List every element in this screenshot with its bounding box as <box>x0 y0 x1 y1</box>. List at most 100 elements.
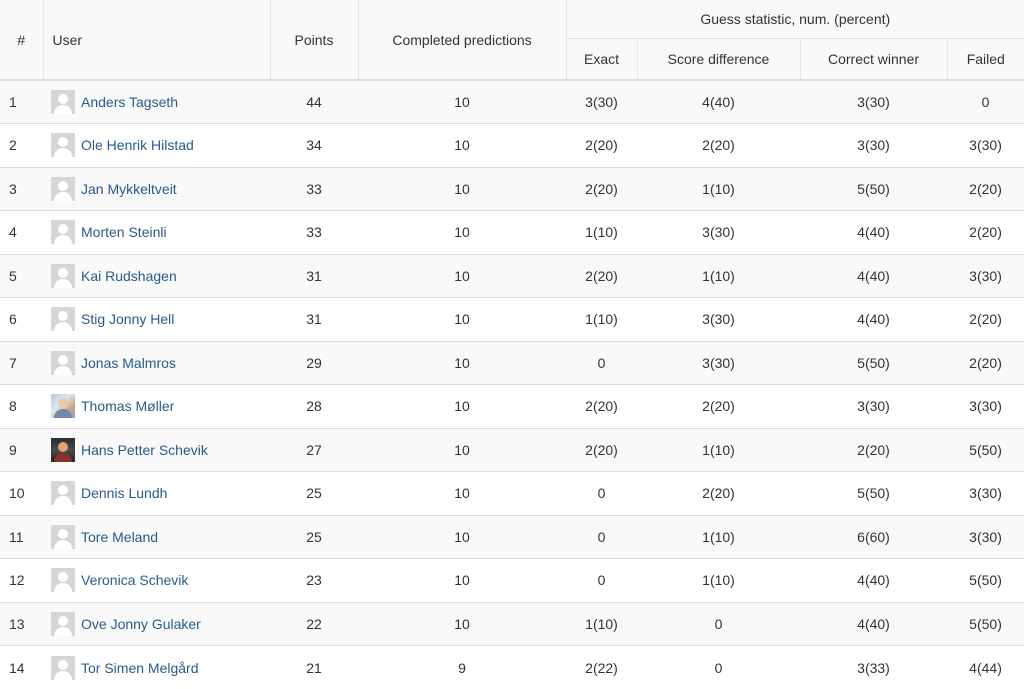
failed-cell: 5(50) <box>947 602 1024 646</box>
points-cell: 31 <box>270 298 358 342</box>
avatar-icon[interactable] <box>51 90 75 114</box>
avatar-icon[interactable] <box>51 481 75 505</box>
avatar-icon[interactable] <box>51 656 75 680</box>
user-cell: Jan Mykkeltveit <box>43 167 270 211</box>
points-cell: 23 <box>270 559 358 603</box>
correct-winner-cell: 3(30) <box>800 80 947 124</box>
completed-predictions-cell: 10 <box>358 472 566 516</box>
score-difference-cell: 2(20) <box>637 472 800 516</box>
exact-cell: 0 <box>566 559 637 603</box>
rank-cell: 5 <box>0 254 43 298</box>
user-cell: Tor Simen Melgård <box>43 646 270 689</box>
correct-winner-cell: 5(50) <box>800 167 947 211</box>
points-cell: 33 <box>270 211 358 255</box>
score-difference-cell: 2(20) <box>637 385 800 429</box>
avatar-icon[interactable] <box>51 307 75 331</box>
rank-cell: 2 <box>0 124 43 168</box>
avatar-icon[interactable] <box>51 525 75 549</box>
exact-cell: 2(20) <box>566 385 637 429</box>
score-difference-cell: 1(10) <box>637 559 800 603</box>
exact-cell: 2(20) <box>566 428 637 472</box>
failed-cell: 2(20) <box>947 211 1024 255</box>
rank-cell: 10 <box>0 472 43 516</box>
completed-predictions-cell: 10 <box>358 254 566 298</box>
score-difference-cell: 3(30) <box>637 298 800 342</box>
user-profile-link[interactable]: Hans Petter Schevik <box>81 442 208 458</box>
user-profile-link[interactable]: Tore Meland <box>81 529 158 545</box>
user-cell: Stig Jonny Hell <box>43 298 270 342</box>
avatar-icon[interactable] <box>51 220 75 244</box>
correct-winner-cell: 2(20) <box>800 428 947 472</box>
avatar-icon[interactable] <box>51 568 75 592</box>
rank-cell: 7 <box>0 341 43 385</box>
correct-winner-cell: 5(50) <box>800 341 947 385</box>
leaderboard-table: # User Points Completed predictions Gues… <box>0 0 1024 689</box>
failed-cell: 3(30) <box>947 472 1024 516</box>
user-profile-link[interactable]: Ole Henrik Hilstad <box>81 137 194 153</box>
exact-cell: 3(30) <box>566 80 637 124</box>
points-cell: 28 <box>270 385 358 429</box>
avatar-icon[interactable] <box>51 133 75 157</box>
table-row: 4Morten Steinli33101(10)3(30)4(40)2(20) <box>0 211 1024 255</box>
failed-cell: 3(30) <box>947 254 1024 298</box>
points-cell: 44 <box>270 80 358 124</box>
score-difference-cell: 1(10) <box>637 515 800 559</box>
user-cell: Ove Jonny Gulaker <box>43 602 270 646</box>
exact-cell: 0 <box>566 472 637 516</box>
rank-cell: 9 <box>0 428 43 472</box>
points-cell: 33 <box>270 167 358 211</box>
column-header-completed[interactable]: Completed predictions <box>358 0 566 80</box>
correct-winner-cell: 6(60) <box>800 515 947 559</box>
avatar-icon[interactable] <box>51 438 75 462</box>
column-header-rank[interactable]: # <box>0 0 43 80</box>
rank-cell: 14 <box>0 646 43 689</box>
column-group-guess-statistic: Guess statistic, num. (percent) <box>566 0 1024 39</box>
column-header-score-difference[interactable]: Score difference <box>637 39 800 81</box>
score-difference-cell: 0 <box>637 646 800 689</box>
exact-cell: 2(22) <box>566 646 637 689</box>
avatar-icon[interactable] <box>51 351 75 375</box>
rank-cell: 3 <box>0 167 43 211</box>
user-profile-link[interactable]: Morten Steinli <box>81 224 167 240</box>
table-row: 2Ole Henrik Hilstad34102(20)2(20)3(30)3(… <box>0 124 1024 168</box>
completed-predictions-cell: 9 <box>358 646 566 689</box>
failed-cell: 2(20) <box>947 167 1024 211</box>
table-row: 10Dennis Lundh251002(20)5(50)3(30) <box>0 472 1024 516</box>
rank-cell: 6 <box>0 298 43 342</box>
avatar-icon[interactable] <box>51 394 75 418</box>
rank-cell: 13 <box>0 602 43 646</box>
user-profile-link[interactable]: Veronica Schevik <box>81 572 188 588</box>
user-profile-link[interactable]: Jonas Malmros <box>81 355 176 371</box>
correct-winner-cell: 4(40) <box>800 559 947 603</box>
user-profile-link[interactable]: Jan Mykkeltveit <box>81 181 177 197</box>
user-profile-link[interactable]: Dennis Lundh <box>81 485 167 501</box>
completed-predictions-cell: 10 <box>358 167 566 211</box>
user-cell: Jonas Malmros <box>43 341 270 385</box>
column-header-failed[interactable]: Failed <box>947 39 1024 81</box>
column-header-points[interactable]: Points <box>270 0 358 80</box>
user-profile-link[interactable]: Kai Rudshagen <box>81 268 177 284</box>
user-profile-link[interactable]: Thomas Møller <box>81 398 174 414</box>
rank-cell: 4 <box>0 211 43 255</box>
column-header-exact[interactable]: Exact <box>566 39 637 81</box>
table-row: 1Anders Tagseth44103(30)4(40)3(30)0 <box>0 80 1024 124</box>
completed-predictions-cell: 10 <box>358 211 566 255</box>
avatar-icon[interactable] <box>51 612 75 636</box>
exact-cell: 2(20) <box>566 167 637 211</box>
user-profile-link[interactable]: Tor Simen Melgård <box>81 660 199 676</box>
user-profile-link[interactable]: Stig Jonny Hell <box>81 311 174 327</box>
exact-cell: 2(20) <box>566 124 637 168</box>
completed-predictions-cell: 10 <box>358 80 566 124</box>
avatar-icon[interactable] <box>51 264 75 288</box>
column-header-user[interactable]: User <box>43 0 270 80</box>
correct-winner-cell: 3(33) <box>800 646 947 689</box>
failed-cell: 0 <box>947 80 1024 124</box>
user-cell: Morten Steinli <box>43 211 270 255</box>
points-cell: 25 <box>270 515 358 559</box>
column-header-correct-winner[interactable]: Correct winner <box>800 39 947 81</box>
correct-winner-cell: 4(40) <box>800 602 947 646</box>
user-profile-link[interactable]: Anders Tagseth <box>81 94 178 110</box>
avatar-icon[interactable] <box>51 177 75 201</box>
table-row: 13Ove Jonny Gulaker22101(10)04(40)5(50) <box>0 602 1024 646</box>
user-profile-link[interactable]: Ove Jonny Gulaker <box>81 616 201 632</box>
